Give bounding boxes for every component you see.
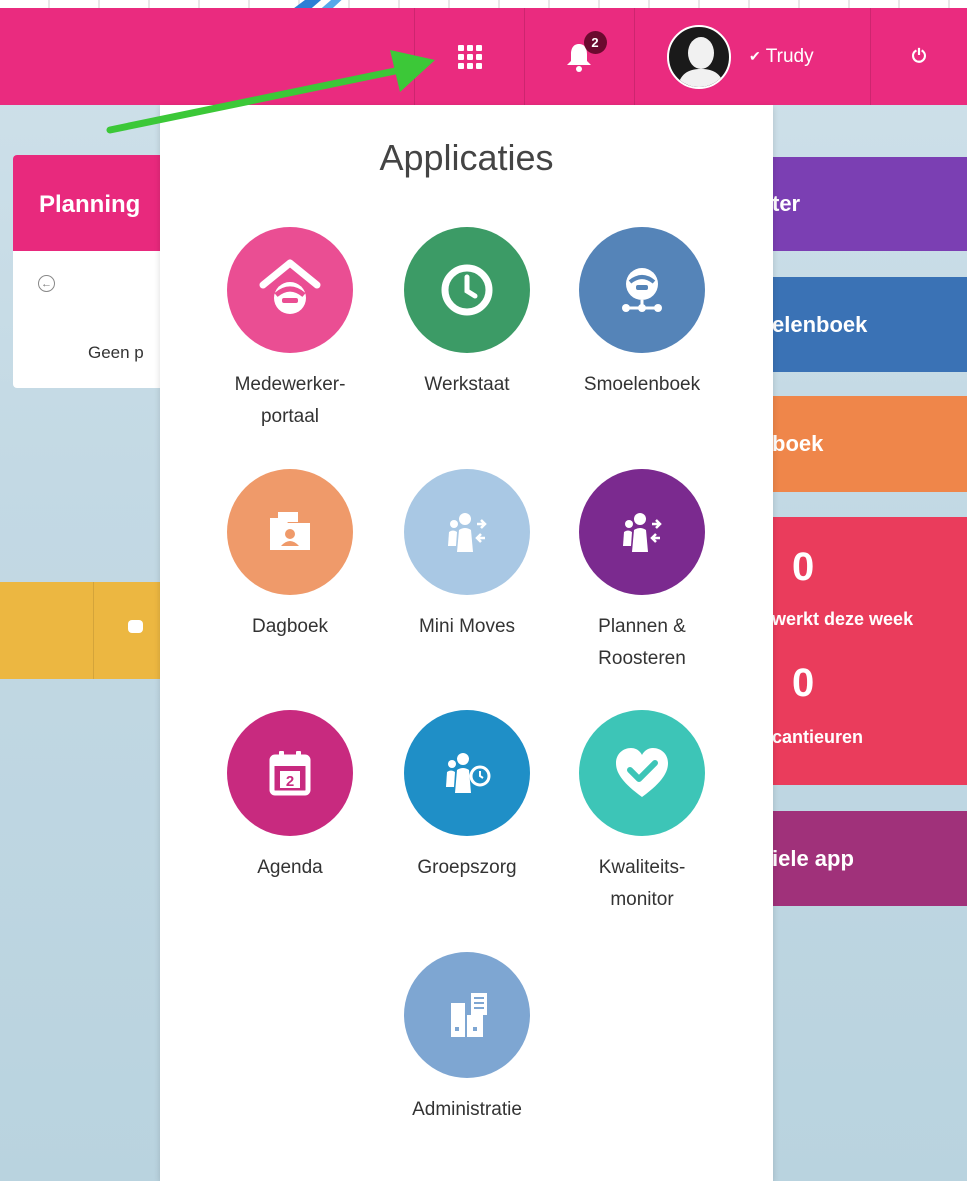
chevron-down-icon: ✔ — [749, 48, 761, 64]
right-card-3[interactable]: boek — [772, 396, 967, 492]
people-clock-icon — [404, 710, 530, 836]
green-arrow-annotation — [106, 50, 435, 134]
notifications-button[interactable]: 2 — [524, 8, 634, 105]
app-label: Administratie — [412, 1099, 522, 1120]
chat-icon[interactable] — [128, 620, 143, 633]
app-label: Agenda — [257, 857, 323, 878]
right-card-1[interactable]: ter — [772, 157, 967, 251]
stats-card: 0 werkt deze week 0 cantieuren — [772, 517, 967, 785]
app-werkstaat[interactable]: Werkstaat — [379, 227, 555, 401]
app-plannen-roosteren[interactable]: Plannen & Roosteren — [554, 469, 730, 675]
app-label: Kwaliteits- monitor — [598, 857, 686, 910]
right-card-2[interactable]: elenboek — [772, 277, 967, 372]
app-kwaliteitsmonitor[interactable]: Kwaliteits- monitor — [554, 710, 730, 916]
app-smoelenboek[interactable]: Smoelenboek — [554, 227, 730, 401]
person-network-icon — [579, 227, 705, 353]
apps-grid-icon — [457, 44, 482, 69]
folder-person-icon — [227, 469, 353, 595]
app-label: Groepszorg — [417, 857, 517, 878]
people-arrows-icon — [579, 469, 705, 595]
app-label: Plannen & Roosteren — [598, 616, 686, 669]
calendar-icon: 2 — [227, 710, 353, 836]
avatar — [667, 24, 731, 89]
calendar-day: 2 — [286, 773, 294, 790]
stat-2-value: 0 — [792, 661, 815, 705]
app-label: Werkstaat — [424, 374, 510, 395]
user-name: Trudy — [765, 45, 814, 67]
app-label: Smoelenboek — [583, 374, 701, 395]
right-card-3-label: boek — [772, 431, 824, 456]
heart-check-icon — [579, 710, 705, 836]
cabinet-list-icon — [404, 952, 530, 1078]
yellow-toolbar — [0, 582, 160, 679]
logout-button[interactable]: ⏻ — [870, 8, 967, 105]
stat-1-label: werkt deze week — [772, 609, 914, 629]
app-label: Dagboek — [251, 616, 329, 637]
notification-badge: 2 — [583, 30, 607, 54]
right-card-2-label: elenboek — [772, 311, 868, 337]
planning-title: Planning — [13, 155, 173, 251]
clock-icon — [404, 227, 530, 353]
mobile-app-card[interactable]: iele app — [772, 811, 967, 906]
stat-1-value: 0 — [792, 545, 815, 589]
apps-dropdown-panel: Applicaties Medewerker- portaal Werkstaa… — [160, 105, 773, 1181]
back-arrow-icon[interactable]: ← — [38, 275, 55, 292]
app-groepszorg[interactable]: Groepszorg — [379, 710, 555, 884]
app-mini-moves[interactable]: Mini Moves — [379, 469, 555, 643]
app-dagboek[interactable]: Dagboek — [202, 469, 378, 643]
stat-2-label: cantieuren — [772, 727, 864, 747]
app-agenda[interactable]: 2 Agenda — [202, 710, 378, 884]
home-person-icon — [227, 227, 353, 353]
mobile-app-label: iele app — [772, 845, 854, 871]
app-administratie[interactable]: Administratie — [379, 952, 555, 1126]
people-arrows-icon — [404, 469, 530, 595]
right-card-1-label: ter — [772, 191, 801, 216]
app-medewerkerportaal[interactable]: Medewerker- portaal — [202, 227, 378, 433]
planning-card: Planning ← Geen p — [13, 155, 173, 388]
app-label: Medewerker- portaal — [234, 374, 346, 427]
app-label: Mini Moves — [418, 616, 516, 637]
user-menu-button[interactable]: ✔ Trudy — [634, 8, 870, 105]
power-icon: ⏻ — [911, 46, 927, 66]
browser-top-strip — [0, 0, 967, 8]
planning-empty-text: Geen p — [88, 343, 144, 362]
